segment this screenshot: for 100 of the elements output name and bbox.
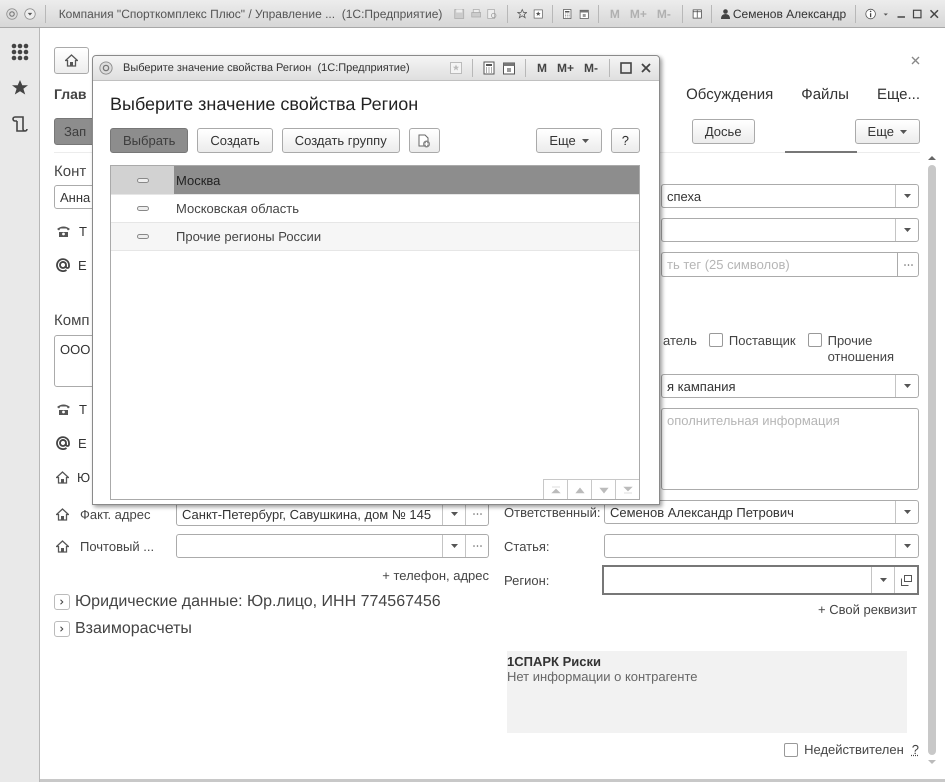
user-name[interactable]: Семенов Александр [720,6,846,20]
add-link[interactable]: + телефон, адрес [382,568,489,583]
dropdown-field[interactable] [602,565,919,595]
caret-icon [904,384,910,388]
star-icon[interactable] [10,79,28,97]
house-icon [56,470,69,484]
checkbox-label: Поставщик [728,333,796,349]
logo-icon [99,61,113,75]
open-window-icon [900,574,912,586]
list-row[interactable]: Москва [111,166,639,195]
panel-layout-icon[interactable] [692,6,702,20]
dash-icon [136,234,148,239]
expand-toggle[interactable] [54,594,70,610]
at-icon [56,436,70,450]
dropdown-field[interactable] [661,218,919,242]
help-link[interactable]: ? [912,742,919,757]
window-title: Компания "Спорткомплекс Плюс" / Управление ... (1С:Предприятие) [58,6,442,20]
caret-icon [450,544,458,548]
document-plus-icon [417,134,432,148]
dropdown-field[interactable]: спеха [661,184,919,208]
checkbox-label: атель [663,333,697,348]
phone-icon [56,225,71,237]
home-button[interactable] [54,47,89,74]
expand-toggle[interactable] [54,621,70,637]
arrow-to-top-icon [550,484,560,494]
memory-button[interactable]: M+ [554,61,576,75]
house-icon [56,540,69,552]
dropdown-field[interactable]: Семенов Александр Петрович [604,500,919,524]
address-field[interactable] [176,534,489,558]
arrow-down-icon [598,484,608,494]
dialog-heading: Выберите значение свойства Регион [110,94,420,116]
checkbox-label: Прочие отношения [828,333,896,365]
help-button[interactable]: ? [610,128,640,153]
field-label: Е [78,258,88,272]
add-link[interactable]: + Свой реквизит [818,602,917,617]
create-button[interactable]: Создать [197,128,273,153]
dropdown-field[interactable] [604,534,919,558]
calculator-icon[interactable] [562,6,573,20]
calendar-icon[interactable] [502,61,516,75]
field-label: Факт. адрес [80,506,152,522]
caret-icon [904,228,910,232]
person-icon [720,8,730,18]
checkbox[interactable] [708,333,723,347]
list-row[interactable]: Прочие регионы России [111,223,639,251]
field-label: Т [79,402,88,416]
section-title[interactable]: Юридические данные: Юр.лицо, ИНН 774567456 [75,593,441,611]
create-button[interactable]: Создать группу [282,128,400,153]
info-icon[interactable] [864,6,876,20]
maximize-icon[interactable] [912,6,923,20]
apps-grid-icon[interactable] [10,43,28,61]
house-icon [65,54,78,67]
checkbox-label: Недействителен [804,742,904,757]
arrow-up-icon[interactable] [928,155,936,161]
favorites-icon[interactable] [533,6,544,20]
memory-button[interactable]: M- [582,61,600,75]
house-icon [56,508,69,520]
caret-icon [904,194,910,198]
form-title: Глав [54,86,87,102]
star-icon[interactable] [516,6,527,20]
phone-icon [56,403,71,415]
field-label: Ю [77,470,87,484]
copy-button[interactable] [408,128,440,153]
field-caption: Комп [54,312,90,331]
tag-input[interactable]: ть тег (25 символов) [661,252,897,277]
more-button[interactable]: Еще [536,128,602,153]
tab[interactable]: Файлы [801,86,849,102]
text-area[interactable]: ополнительная информация [661,408,919,490]
dash-icon [136,206,148,211]
maximize-icon[interactable] [619,61,633,75]
dossier-button[interactable]: Досье [692,119,755,144]
caret-icon [450,512,458,516]
chevron-icon [59,625,65,633]
logo-icon[interactable] [6,6,18,22]
field-caption: Конт [54,163,86,182]
at-icon [56,258,70,272]
memory-button[interactable]: M [534,61,549,75]
field-label: Статья: [504,538,551,554]
more-button[interactable]: Еще [854,119,920,144]
panel-title: 1СПАРК Риски [507,654,602,669]
tab[interactable]: Еще... [876,86,920,102]
arrow-to-bottom-icon [622,484,632,494]
menu-icon[interactable] [24,6,36,22]
tab[interactable]: Обсуждения [686,86,774,102]
checkbox[interactable] [784,742,798,756]
caret-icon [880,578,886,582]
panel-text: Нет информации о контрагенте [507,669,698,684]
dash-icon [136,178,148,182]
chevron-icon [59,598,65,606]
caret-icon [582,138,589,142]
caret-icon [900,130,907,134]
field-label: Регион: [504,572,550,588]
field-label: Т [79,224,88,238]
calculator-icon[interactable] [482,61,496,75]
caret-icon [904,510,910,514]
close-icon[interactable] [639,61,653,75]
dropdown-field[interactable]: я кампания [661,374,919,398]
field-label: Е [78,436,88,450]
section-title[interactable]: Взаиморасчеты [75,620,192,638]
caret-icon [904,544,910,548]
checkbox[interactable] [808,333,822,347]
